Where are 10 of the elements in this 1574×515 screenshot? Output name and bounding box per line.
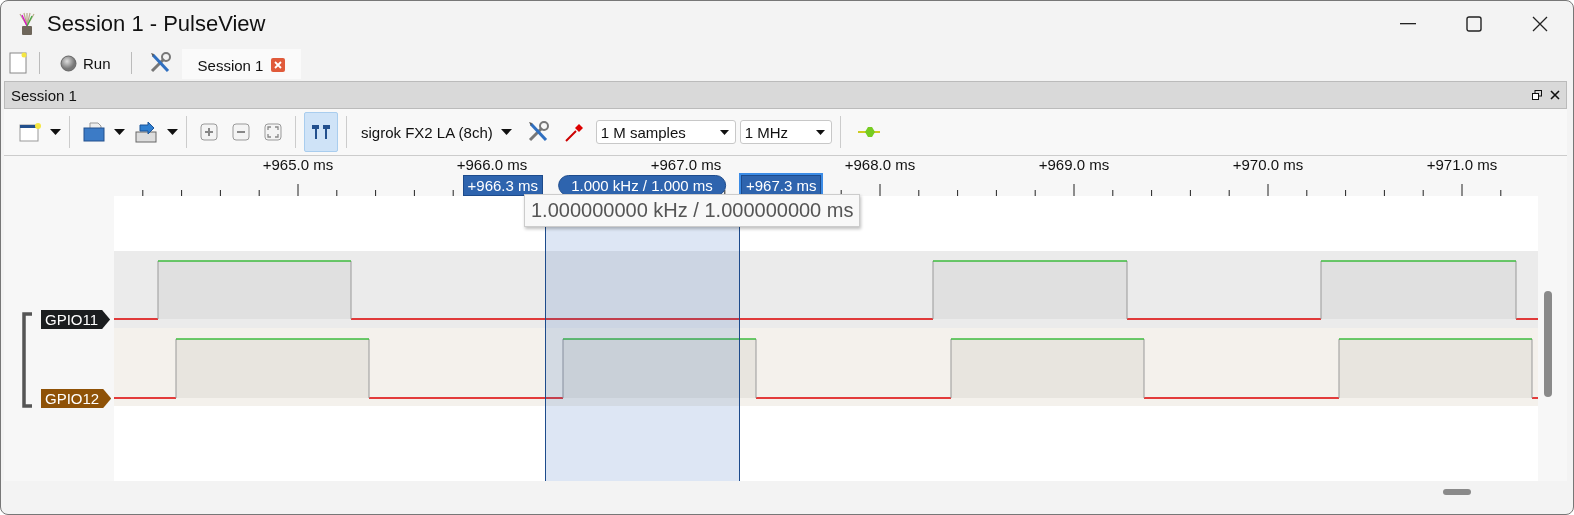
time-label: +971.0 ms [1426, 156, 1498, 173]
time-label: +968.0 ms [844, 156, 916, 173]
time-label: +965.0 ms [262, 156, 334, 173]
tooltip: 1.000000000 kHz / 1.000000000 ms [524, 194, 861, 227]
time-label: +970.0 ms [1232, 156, 1304, 173]
time-label: +966.0 ms [456, 156, 528, 173]
dock-title: Session 1 [11, 86, 78, 104]
time-label: +969.0 ms [1038, 156, 1110, 173]
window-title: Session 1 - PulseView [47, 11, 267, 37]
time-label: +967.0 ms [650, 156, 722, 173]
